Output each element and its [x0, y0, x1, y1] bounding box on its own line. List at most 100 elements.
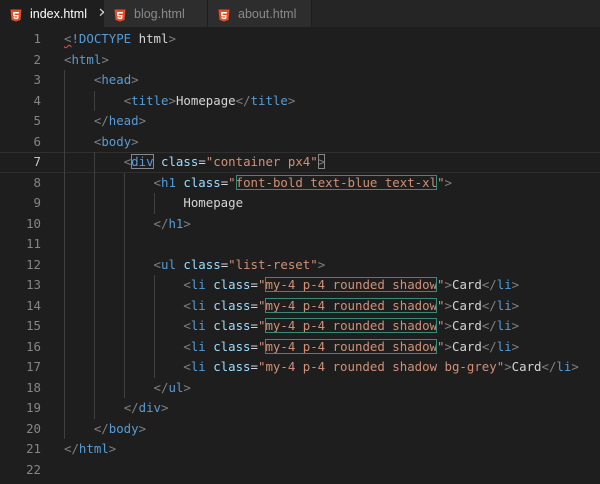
code-token: div: [131, 154, 154, 169]
tab-about[interactable]: about.html: [208, 0, 312, 27]
code-line[interactable]: 18 </ul>: [0, 378, 600, 399]
code-content: <li class="my-4 p-4 rounded shadow">Card…: [64, 316, 519, 337]
code-token: ul: [161, 256, 176, 272]
code-line[interactable]: 2 <html>: [0, 50, 600, 71]
code-token: head: [101, 72, 132, 87]
code-token: </: [153, 215, 169, 231]
tab-blog[interactable]: blog.html: [104, 0, 208, 27]
code-token: li: [190, 297, 206, 313]
tab-label: blog.html: [134, 6, 185, 21]
code-token: =: [250, 359, 258, 374]
line-number: 17: [26, 359, 41, 374]
line-number: 5: [33, 113, 41, 128]
code-token: >: [131, 72, 139, 87]
code-token: </: [235, 92, 251, 108]
line-number: 21: [26, 441, 41, 456]
code-token: <: [183, 277, 191, 292]
code-line[interactable]: 4 <title>Homepage</title>: [0, 91, 600, 112]
code-line[interactable]: 15 <li class="my-4 p-4 rounded shadow">C…: [0, 316, 600, 337]
code-content: <head>: [64, 70, 139, 91]
code-token: html: [78, 441, 109, 456]
line-number: 12: [26, 256, 41, 272]
code-token: >: [101, 51, 109, 67]
code-content: </html>: [64, 439, 116, 460]
code-token: ": [228, 174, 236, 190]
code-token: >: [168, 92, 176, 108]
code-token: Card: [451, 297, 482, 313]
code-line[interactable]: 13 <li class="my-4 p-4 rounded shadow">C…: [0, 275, 600, 296]
code-token: =: [198, 154, 206, 169]
indent-guide: [93, 152, 95, 419]
code-line[interactable]: 8 <h1 class="font-bold text-blue text-xl…: [0, 173, 600, 194]
code-token: Card: [451, 338, 482, 354]
code-content: <li class="my-4 p-4 rounded shadow">Card…: [64, 275, 519, 296]
code-token: >: [444, 318, 452, 333]
code-token: ": [437, 297, 445, 313]
code-token: h1: [161, 174, 176, 190]
code-token: </: [481, 318, 497, 333]
code-token: =: [250, 297, 258, 313]
html5-icon: [218, 7, 230, 22]
code-line[interactable]: 17 <li class="my-4 p-4 rounded shadow bg…: [0, 357, 600, 378]
code-token: <: [183, 359, 191, 374]
code-token: >: [161, 400, 169, 415]
line-number: 13: [26, 277, 41, 292]
code-content: <!DOCTYPE html>: [64, 29, 176, 50]
indent-guide: [153, 193, 155, 214]
line-number: 2: [33, 51, 41, 67]
code-token: li: [496, 338, 512, 354]
code-line[interactable]: 14 <li class="my-4 p-4 rounded shadow">C…: [0, 296, 600, 317]
code-line[interactable]: 1 <!DOCTYPE html>: [0, 29, 600, 50]
code-line[interactable]: 21 </html>: [0, 439, 600, 460]
code-line[interactable]: 19 </div>: [0, 398, 600, 419]
html5-icon: [10, 7, 22, 22]
code-token: class: [213, 338, 251, 354]
code-token: "my-4 p-4 rounded shadow bg-grey": [258, 359, 505, 374]
code-token: >: [108, 441, 117, 456]
code-line[interactable]: 3 <head>: [0, 70, 600, 91]
code-token: </: [123, 400, 139, 415]
code-token: div: [138, 400, 161, 415]
code-token: </: [481, 277, 497, 292]
tab-index[interactable]: index.html✕: [0, 0, 109, 27]
code-line[interactable]: 22: [0, 460, 600, 481]
code-token: class: [183, 256, 221, 272]
code-content: </body>: [64, 419, 146, 440]
code-token: ": [437, 318, 445, 333]
code-line[interactable]: 10 </h1>: [0, 214, 600, 235]
code-content: <h1 class="font-bold text-blue text-xl">: [64, 173, 452, 194]
code-token: >: [444, 338, 452, 354]
code-content: </h1>: [64, 214, 191, 235]
code-token: class: [213, 297, 251, 313]
code-editor[interactable]: 1 <!DOCTYPE html> 2 <html> 3 <head> 4 <title>…: [0, 27, 600, 484]
code-line[interactable]: 6 <body>: [0, 132, 600, 153]
code-token: ul: [168, 379, 184, 395]
code-line[interactable]: 12 <ul class="list-reset">: [0, 255, 600, 276]
code-content: </head>: [64, 111, 146, 132]
tab-label: about.html: [238, 6, 297, 21]
code-token: </: [541, 359, 557, 374]
code-line[interactable]: 11: [0, 234, 600, 255]
code-line[interactable]: 9 Homepage: [0, 193, 600, 214]
code-line[interactable]: 16 <li class="my-4 p-4 rounded shadow">C…: [0, 337, 600, 358]
code-line[interactable]: 20 </body>: [0, 419, 600, 440]
code-content: </ul>: [64, 378, 191, 399]
code-token: =: [250, 318, 258, 333]
code-token: "list-reset": [228, 256, 318, 272]
code-token: =: [250, 338, 258, 354]
code-token: my-4 p-4 rounded shadow: [265, 277, 438, 292]
code-token: >: [138, 420, 147, 436]
code-token: my-4 p-4 rounded shadow: [265, 338, 438, 354]
code-line[interactable]: 7 <div class="container px4">: [0, 152, 600, 173]
code-token: li: [190, 318, 206, 333]
code-line[interactable]: 5 </head>: [0, 111, 600, 132]
code-token: class: [213, 277, 251, 292]
code-token: >: [317, 154, 326, 169]
code-content: <body>: [64, 132, 139, 153]
code-token: >: [183, 215, 191, 231]
code-token: Card: [451, 277, 482, 292]
